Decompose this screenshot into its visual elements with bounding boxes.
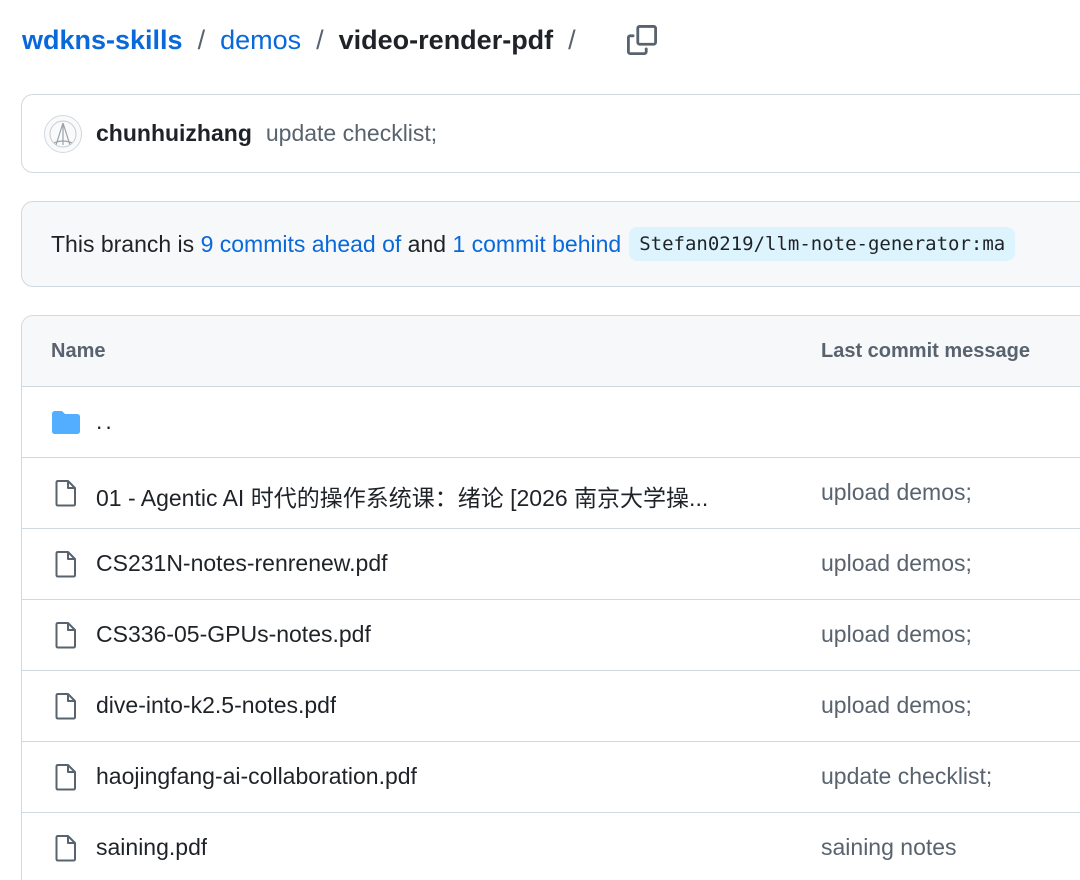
file-commit-message[interactable]: upload demos; xyxy=(821,621,972,648)
table-row[interactable]: CS336-05-GPUs-notes.pdf upload demos; xyxy=(22,600,1080,671)
file-commit-message[interactable]: upload demos; xyxy=(821,550,972,577)
table-row[interactable]: CS231N-notes-renrenew.pdf upload demos; xyxy=(22,529,1080,600)
column-header-name: Name xyxy=(51,340,106,362)
file-commit-message[interactable]: upload demos; xyxy=(821,692,972,719)
table-row[interactable]: dive-into-k2.5-notes.pdf upload demos; xyxy=(22,671,1080,742)
avatar-image xyxy=(49,120,77,147)
file-name-link[interactable]: 01 - Agentic AI 时代的操作系统课：绪论 [2026 南京大学操.… xyxy=(96,479,708,513)
breadcrumb-separator: / xyxy=(197,24,206,55)
commit-message[interactable]: update checklist; xyxy=(266,120,437,147)
upstream-branch-ref[interactable]: Stefan0219/llm-note-generator:ma xyxy=(629,227,1016,261)
folder-icon xyxy=(52,411,80,434)
parent-dir-link[interactable]: .. xyxy=(96,408,115,435)
copy-icon xyxy=(627,25,657,55)
table-row[interactable]: saining.pdf saining notes xyxy=(22,813,1080,880)
file-icon xyxy=(55,480,76,507)
file-icon xyxy=(55,693,76,720)
breadcrumb-repo-link[interactable]: wdkns-skills xyxy=(22,25,183,56)
commits-behind-link[interactable]: 1 commit behind xyxy=(452,231,621,258)
breadcrumb-current: video-render-pdf xyxy=(338,24,554,55)
table-row[interactable]: haojingfang-ai-collaboration.pdf update … xyxy=(22,742,1080,813)
table-header: Name Last commit message xyxy=(22,316,1080,387)
branch-status-prefix: This branch is xyxy=(51,230,195,257)
file-icon xyxy=(55,551,76,578)
file-table: Name Last commit message .. 01 - Agentic… xyxy=(21,315,1080,880)
breadcrumb-folder-link[interactable]: demos xyxy=(220,25,301,56)
breadcrumb: wdkns-skills / demos / video-render-pdf … xyxy=(22,18,591,62)
file-commit-message[interactable]: update checklist; xyxy=(821,763,992,790)
file-name-link[interactable]: CS231N-notes-renrenew.pdf xyxy=(96,550,388,577)
breadcrumb-separator: / xyxy=(316,24,324,55)
branch-status-box: This branch is 9 commits ahead of and 1 … xyxy=(21,201,1080,287)
file-icon xyxy=(55,622,76,649)
commits-ahead-link[interactable]: 9 commits ahead of xyxy=(201,231,402,258)
file-commit-message[interactable]: upload demos; xyxy=(821,479,972,506)
file-commit-message[interactable]: saining notes xyxy=(821,834,957,861)
file-name-link[interactable]: saining.pdf xyxy=(96,834,207,861)
file-icon xyxy=(55,835,76,862)
file-name-link[interactable]: CS336-05-GPUs-notes.pdf xyxy=(96,621,371,648)
file-icon xyxy=(55,764,76,791)
file-name-link[interactable]: haojingfang-ai-collaboration.pdf xyxy=(96,763,417,790)
breadcrumb-separator: / xyxy=(568,24,576,55)
commit-author[interactable]: chunhuizhang xyxy=(96,120,252,147)
file-name-link[interactable]: dive-into-k2.5-notes.pdf xyxy=(96,692,336,719)
avatar[interactable] xyxy=(44,114,82,153)
table-row-parent-dir[interactable]: .. xyxy=(22,387,1080,458)
branch-status-and: and xyxy=(407,230,447,257)
column-header-last-commit: Last commit message xyxy=(821,340,1030,362)
table-row[interactable]: 01 - Agentic AI 时代的操作系统课：绪论 [2026 南京大学操.… xyxy=(22,458,1080,529)
latest-commit-box: chunhuizhang update checklist; xyxy=(21,94,1080,173)
copy-path-button[interactable] xyxy=(626,24,658,56)
